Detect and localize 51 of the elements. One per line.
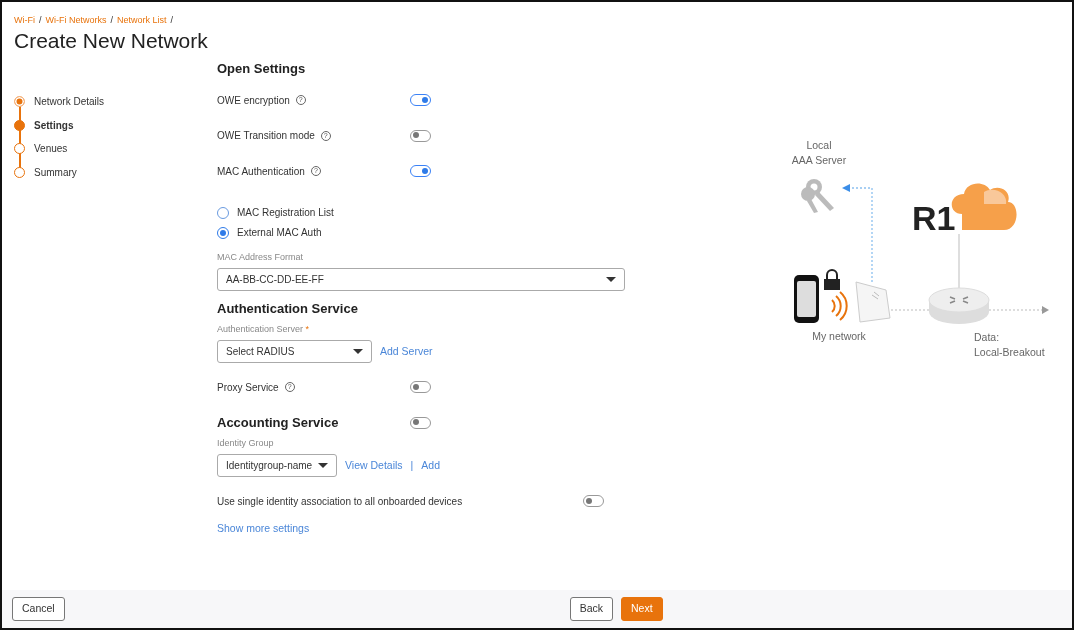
step-label[interactable]: Network Details (34, 94, 105, 109)
step-label[interactable]: Venues (34, 141, 68, 156)
add-server-link[interactable]: Add Server (380, 343, 433, 360)
step-label[interactable]: Summary (34, 164, 77, 180)
step-label[interactable]: Settings (34, 117, 74, 133)
caret-icon (353, 349, 363, 355)
access-point-icon (855, 281, 891, 323)
diagram-label: Local (806, 138, 832, 151)
page-title: Create New Network (14, 27, 209, 54)
toggle-switch[interactable] (410, 416, 431, 429)
text-link[interactable]: View Details (345, 458, 403, 475)
link-separator: | (410, 458, 414, 474)
breadcrumb-separator: / (39, 14, 42, 27)
wireless-signal-icon (831, 290, 848, 321)
radio-option[interactable]: External MAC Auth (217, 222, 627, 243)
diagram-label: My network (812, 329, 866, 342)
diagram-label: AAA Server (791, 153, 847, 166)
toggle-switch[interactable] (410, 94, 431, 106)
lock-icon (824, 268, 840, 290)
section-heading: Accounting Service (217, 414, 340, 432)
select-field[interactable]: AA-BB-CC-DD-EE-FF (217, 268, 625, 292)
router-icon (928, 287, 990, 324)
back-button[interactable]: Back (569, 597, 614, 621)
setting-label: MAC Authentication (217, 164, 305, 179)
field-label: MAC Address Format (217, 250, 305, 264)
diagram-label: Local-Breakout (974, 345, 1045, 358)
caret-icon (318, 463, 328, 469)
section-heading: Authentication Service (217, 300, 359, 319)
diagram-label: Data: (974, 330, 1000, 343)
setting-label: Proxy Service (217, 380, 279, 395)
phone-icon (794, 274, 819, 323)
radio-option[interactable]: MAC Registration List (217, 202, 627, 223)
toggle-switch[interactable] (410, 381, 431, 393)
toggle-switch[interactable] (410, 129, 431, 142)
breadcrumb-separator: / (170, 14, 174, 27)
key-icon (801, 178, 834, 213)
section-heading: Open Settings (217, 59, 307, 78)
toggle-switch[interactable] (583, 495, 604, 507)
show-more-link[interactable]: Show more settings (217, 520, 310, 537)
setting-label: Use single identity association to all onboarded devices (217, 494, 463, 509)
setting-label: OWE encryption (217, 93, 290, 108)
select-field[interactable]: Identitygroup-name (217, 454, 337, 478)
breadcrumb-separator: / (110, 14, 114, 27)
text-link[interactable]: Add (421, 458, 440, 475)
caret-icon (606, 277, 616, 283)
toggle-switch[interactable] (410, 165, 431, 177)
cancel-button[interactable]: Cancel (12, 597, 65, 621)
field-label: Authentication Server * (217, 322, 311, 336)
field-label: Identity Group (217, 436, 275, 450)
select-field[interactable]: Select RADIUS (217, 340, 372, 364)
setting-label: OWE Transition mode (217, 129, 315, 143)
